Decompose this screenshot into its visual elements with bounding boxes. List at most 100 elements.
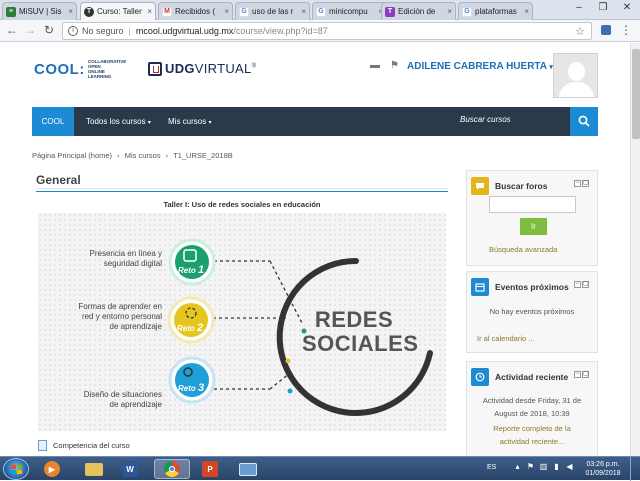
bookmark-star-icon[interactable]: ☆ [575,25,585,38]
browser-tab[interactable]: G uso de las r × [235,2,310,20]
notifications-icon[interactable]: ⚑ [390,60,399,71]
windows-taskbar: ▶ W P ES ▴ ⚑ ▥ ▮ ◀ 03:26 p.m. 01/09/2018 [0,456,640,481]
close-tab-icon[interactable]: × [68,7,73,16]
taskbar-file-explorer[interactable] [76,459,112,479]
browser-tab[interactable]: M Recibidos ( × [158,2,233,20]
dock-block-icon[interactable]: ▢ [582,180,589,187]
avatar[interactable] [553,53,598,98]
dock-block-icon[interactable]: ▢ [582,281,589,288]
start-button[interactable] [3,458,29,480]
advanced-search-link[interactable]: Búsqueda avanzada [489,245,557,254]
system-clock[interactable]: 03:26 p.m. 01/09/2018 [580,460,626,478]
tab-title: Recibidos ( [175,7,216,16]
taskbar-photos[interactable] [230,459,266,479]
menu-icon[interactable]: ⋮ [618,23,634,39]
close-window-icon[interactable]: ✕ [616,0,638,18]
nav-all-courses[interactable]: Todos los cursos ▾ [78,107,159,136]
browser-tab[interactable]: G minicompu × [312,2,387,20]
calendar-link[interactable]: Ir al calendario ... [477,334,535,343]
nav-my-courses[interactable]: Mis cursos ▾ [160,107,219,136]
reload-icon[interactable]: ↻ [41,23,57,39]
redes-sociales-title: REDES SOCIALES [302,307,418,356]
gmail-icon: M [162,6,172,17]
chrome-icon [164,461,180,477]
security-label: No seguro [82,26,124,36]
browser-toolbar: ← → ↻ i No seguro | mcool.udgvirtual.udg… [0,20,640,42]
sync-arrows-icon [186,308,196,318]
udg-logo-text: UDGVIRTUAL® [165,61,256,76]
network-icon[interactable]: ▥ [539,462,548,471]
action-center-flag-icon[interactable]: ⚑ [526,462,535,471]
course-search-input[interactable]: Buscar cursos [460,115,511,124]
browser-tab[interactable]: T Edición de × [381,2,456,20]
taskbar-chrome[interactable] [154,459,190,479]
block-recent-activity: Actividad reciente − ▢ Actividad desde F… [466,361,598,456]
reto-1-text: Presencia en línea y seguridad digital [48,249,163,269]
document-icon [38,440,47,451]
system-tray: ▴ ⚑ ▥ ▮ ◀ [513,462,574,471]
dock-block-icon[interactable]: ▢ [582,371,589,378]
back-icon[interactable]: ← [4,23,20,39]
forum-search-button[interactable]: Ir [520,218,547,235]
breadcrumb-home[interactable]: Página Principal (home) [32,151,112,160]
browser-tab[interactable]: G plataformas × [458,2,533,20]
address-bar[interactable]: i No seguro | mcool.udgvirtual.udg.mx /c… [62,22,592,40]
close-tab-icon[interactable]: × [447,7,452,16]
udg-logo-bold: UDG [165,61,195,76]
full-report-link[interactable]: Reporte completo de la actividad recient… [467,422,597,448]
reto-2-label: Reto 2 [177,322,203,334]
search-button[interactable] [570,107,598,136]
powerpoint-icon: P [202,461,218,477]
extension-icon[interactable] [598,23,614,39]
cool-logo-line: LEARNING [87,74,112,79]
block-title: Actividad reciente [495,372,569,382]
new-tab-button[interactable] [536,2,558,20]
activity-since-text: Actividad desde Friday, 31 de August de … [467,394,597,420]
forum-search-input[interactable] [489,196,576,213]
chevron-down-icon: ▾ [208,120,212,126]
clock-icon [471,368,489,386]
show-hidden-icons-icon[interactable]: ▴ [513,462,522,471]
redes-line: REDES [314,307,394,332]
minimize-icon[interactable]: – [568,0,590,18]
scrollbar-thumb[interactable] [632,49,640,139]
browser-tab[interactable]: ≡ MiSUV | Sis × [2,2,77,20]
taskbar-word[interactable]: W [112,459,148,479]
cool-logo[interactable]: COOL: COLLABORATIVE OPEN ONLINE LEARNING [34,59,126,79]
collapse-block-icon[interactable]: − [574,371,581,378]
collapse-block-icon[interactable]: − [574,180,581,187]
collapse-block-icon[interactable]: − [574,281,581,288]
course-banner-image: Reto 1 Reto 2 Reto 3 Presencia en línea … [38,213,446,431]
reto-1-label: Reto 1 [178,264,204,276]
breadcrumb-sep: › [165,151,169,160]
taskbar-powerpoint[interactable]: P [192,459,228,479]
siiau-icon: ≡ [6,6,16,17]
clock-time: 03:26 p.m. [586,461,620,468]
course-resource-link[interactable]: Competencia del curso [38,440,130,451]
taskbar-media-player[interactable]: ▶ [34,459,70,479]
close-tab-icon[interactable]: × [147,7,152,16]
show-desktop-button[interactable] [630,457,640,481]
google-icon: G [316,6,326,17]
close-tab-icon[interactable]: × [524,7,529,16]
forward-icon[interactable]: → [22,23,38,39]
block-controls: − ▢ [574,281,589,288]
page-scrollbar[interactable] [630,43,640,456]
volume-icon[interactable]: ◀ [565,462,574,471]
user-menu[interactable]: ADILENE CABRERA HUERTA ▾ [407,61,553,72]
browser-tab-active[interactable]: T Curso: Taller × [80,2,156,20]
reto-line: Diseño de situaciones [83,390,162,399]
close-tab-icon[interactable]: × [301,7,306,16]
avatar-body [559,82,594,97]
maximize-icon[interactable]: ❐ [592,0,614,18]
breadcrumb-my-courses[interactable]: Mis cursos [125,151,161,160]
udg-virtual-logo[interactable]: UDGVIRTUAL® [148,61,256,76]
nav-home[interactable]: COOL [32,107,74,136]
info-icon[interactable]: i [68,26,78,36]
messages-icon[interactable]: ▬ [370,60,380,71]
language-indicator[interactable]: ES [487,464,496,471]
cool-logo-text: COOL: [34,60,85,78]
close-tab-icon[interactable]: × [224,7,229,16]
battery-icon[interactable]: ▮ [552,462,561,471]
breadcrumb-course[interactable]: T1_URSE_2018B [173,151,233,160]
